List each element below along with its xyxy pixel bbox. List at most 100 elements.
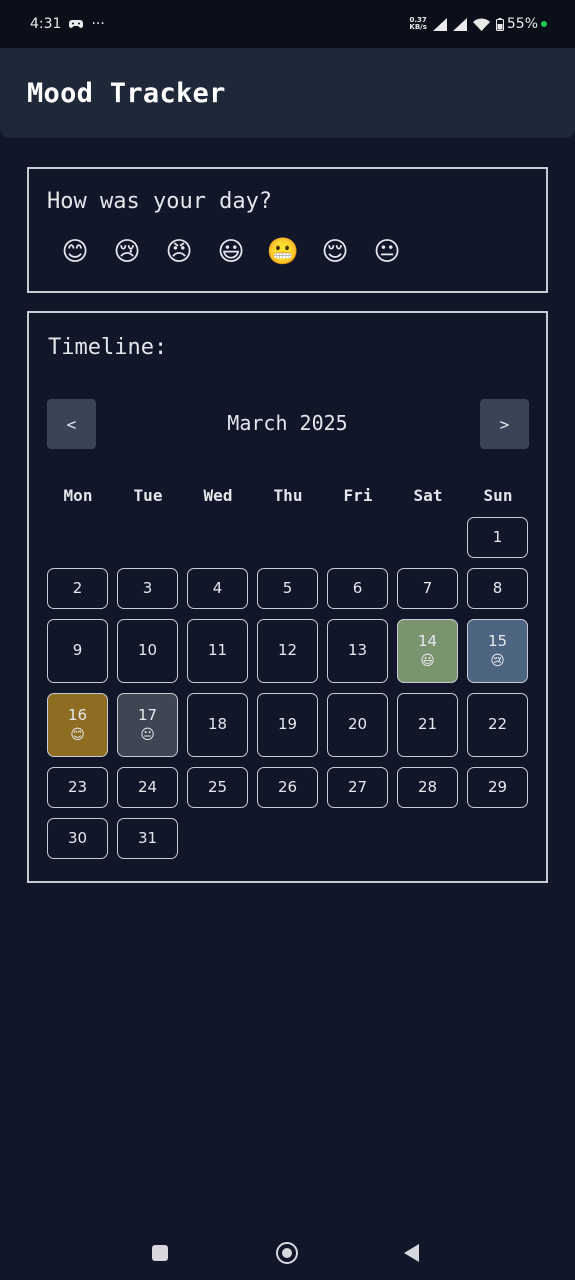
battery-percent: 55%: [506, 16, 538, 32]
app-header: Mood Tracker: [0, 48, 575, 138]
day-mood-emoji: 😢: [490, 652, 505, 669]
month-label: March 2025: [227, 411, 348, 435]
day-number: 9: [72, 641, 83, 660]
calendar-day-26[interactable]: 26: [257, 767, 318, 808]
calendar-day-14[interactable]: 14 😃: [397, 619, 458, 683]
day-number: 27: [347, 777, 368, 796]
calendar-day-25[interactable]: 25: [187, 767, 248, 808]
day-number: 3: [142, 578, 153, 597]
mood-angry-button[interactable]: 😠: [159, 232, 199, 272]
more-notifications-icon: ···: [91, 16, 105, 32]
next-month-button[interactable]: >: [480, 399, 529, 449]
calendar-day-4[interactable]: 4: [187, 568, 248, 609]
timeline-card: Timeline: < March 2025 > Mon Tue Wed Thu Fri…: [27, 311, 548, 883]
calendar-day-5[interactable]: 5: [257, 568, 318, 609]
day-number: 10: [137, 641, 158, 660]
calendar-day-15[interactable]: 15 😢: [467, 619, 528, 683]
calendar-day-23[interactable]: 23: [47, 767, 108, 808]
calendar-day-30[interactable]: 30: [47, 818, 108, 859]
calendar-day-3[interactable]: 3: [117, 568, 178, 609]
calendar-day-2[interactable]: 2: [47, 568, 108, 609]
day-number: 12: [277, 641, 298, 660]
calendar-day-18[interactable]: 18: [187, 693, 248, 757]
weekday-wed: Wed: [203, 486, 233, 505]
home-button[interactable]: [276, 1242, 298, 1264]
system-nav-bar: [0, 1228, 575, 1280]
recent-apps-button[interactable]: [152, 1245, 168, 1261]
mood-options: 😊 😢 😠 😃 😬 😌 😐: [55, 232, 528, 272]
day-number: 26: [277, 777, 298, 796]
calendar-day-28[interactable]: 28: [397, 767, 458, 808]
mood-neutral-button[interactable]: 😐: [367, 232, 407, 272]
calendar-day-1[interactable]: 1: [467, 517, 528, 558]
calendar-day-17[interactable]: 17 😐: [117, 693, 178, 757]
calendar-day-6[interactable]: 6: [327, 568, 388, 609]
day-number: 11: [207, 641, 228, 660]
weekday-mon: Mon: [63, 486, 93, 505]
mood-sad-button[interactable]: 😢: [107, 232, 147, 272]
calendar-day-19[interactable]: 19: [257, 693, 318, 757]
calendar-day-20[interactable]: 20: [327, 693, 388, 757]
weekday-sat: Sat: [413, 486, 443, 505]
calendar-day-27[interactable]: 27: [327, 767, 388, 808]
calendar-day-29[interactable]: 29: [467, 767, 528, 808]
calendar-day-21[interactable]: 21: [397, 693, 458, 757]
back-button[interactable]: [404, 1244, 419, 1262]
day-number: 18: [207, 715, 228, 734]
wifi-icon: [472, 17, 490, 31]
day-number: 15: [487, 632, 508, 651]
game-controller-icon: [69, 19, 84, 28]
day-number: 14: [417, 632, 438, 651]
day-number: 17: [137, 706, 158, 725]
signal-icon-2: [452, 17, 467, 31]
day-number: 1: [492, 527, 503, 546]
day-number: 16: [67, 706, 88, 725]
weekday-header: Mon Tue Wed Thu Fri Sat Sun: [47, 486, 529, 506]
calendar-day-22[interactable]: 22: [467, 693, 528, 757]
calendar-day-11[interactable]: 11: [187, 619, 248, 683]
calendar-day-10[interactable]: 10: [117, 619, 178, 683]
battery: 55%: [495, 16, 547, 32]
day-number: 2: [72, 578, 83, 597]
calendar-day-12[interactable]: 12: [257, 619, 318, 683]
day-number: 31: [137, 828, 158, 847]
day-number: 25: [207, 777, 228, 796]
day-number: 7: [422, 578, 433, 597]
mood-excited-button[interactable]: 😃: [211, 232, 251, 272]
status-bar: 4:31 ··· 0.37 KB/s 55%: [0, 0, 575, 48]
day-number: 29: [487, 777, 508, 796]
mood-question: How was your day?: [47, 189, 273, 214]
status-right: 0.37 KB/s 55%: [409, 16, 547, 32]
weekday-thu: Thu: [273, 486, 303, 505]
day-number: 24: [137, 777, 158, 796]
app-title: Mood Tracker: [27, 77, 226, 109]
weekday-fri: Fri: [343, 486, 373, 505]
calendar-day-13[interactable]: 13: [327, 619, 388, 683]
status-left: 4:31 ···: [30, 16, 105, 32]
mood-awkward-button[interactable]: 😬: [263, 232, 303, 272]
calendar-day-31[interactable]: 31: [117, 818, 178, 859]
day-number: 13: [347, 641, 368, 660]
calendar-day-9[interactable]: 9: [47, 619, 108, 683]
calendar-day-16[interactable]: 16 😊: [47, 693, 108, 757]
calendar-day-7[interactable]: 7: [397, 568, 458, 609]
day-number: 19: [277, 715, 298, 734]
timeline-title: Timeline:: [48, 335, 168, 360]
weekday-tue: Tue: [133, 486, 163, 505]
day-number: 5: [282, 578, 293, 597]
calendar-day-8[interactable]: 8: [467, 568, 528, 609]
day-number: 22: [487, 715, 508, 734]
day-number: 20: [347, 715, 368, 734]
signal-icon: [432, 17, 447, 31]
calendar-day-24[interactable]: 24: [117, 767, 178, 808]
day-number: 30: [67, 828, 88, 847]
day-number: 8: [492, 578, 503, 597]
day-mood-emoji: 😃: [420, 652, 435, 669]
home-icon: [282, 1248, 292, 1258]
mood-relieved-button[interactable]: 😌: [315, 232, 355, 272]
weekday-sun: Sun: [483, 486, 513, 505]
privacy-dot: [541, 21, 547, 27]
day-number: 21: [417, 715, 438, 734]
day-number: 4: [212, 578, 223, 597]
mood-happy-button[interactable]: 😊: [55, 232, 95, 272]
